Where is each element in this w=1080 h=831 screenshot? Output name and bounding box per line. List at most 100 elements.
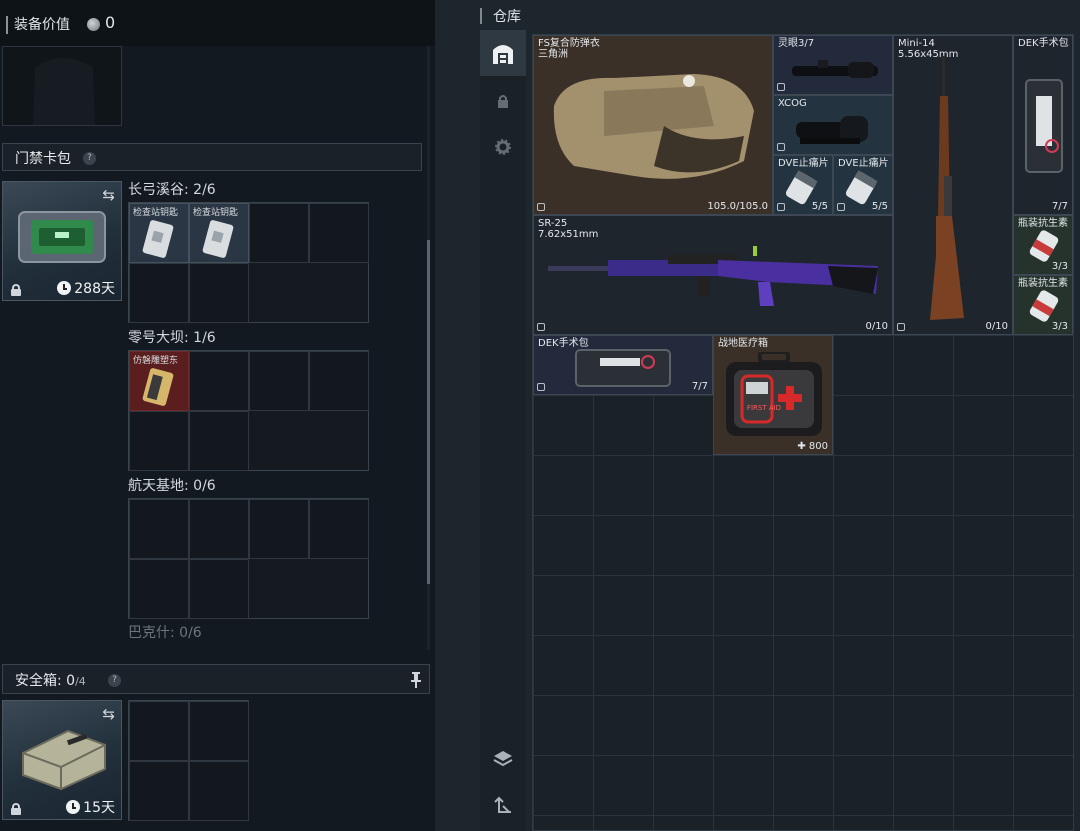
key-card-icon [142, 220, 174, 258]
rifle-icon [930, 56, 964, 320]
empty-slot[interactable] [189, 761, 249, 821]
link-icon [537, 203, 545, 211]
item-antibiotic[interactable]: 瓶装抗生素 3/3 [1013, 215, 1073, 275]
gear-icon [495, 139, 511, 155]
layers-icon [493, 751, 513, 767]
rifle-scope-icon [792, 60, 878, 78]
clock-icon [57, 281, 72, 295]
key-card-slot[interactable]: 仿磐雕塑东 [129, 351, 189, 411]
empty-slot[interactable] [249, 499, 309, 559]
empty-slot[interactable] [309, 351, 369, 411]
link-icon [537, 323, 545, 331]
item-xcog-scope[interactable]: XCOG [773, 95, 893, 155]
item-scope[interactable]: 灵眼3/7 [773, 35, 893, 95]
zone-label-dam: 零号大坝: 1/6 [128, 330, 216, 346]
access-card-header: 门禁卡包 ? [2, 143, 422, 171]
zone-label-changgong: 长弓溪谷: 2/6 [128, 182, 216, 198]
equipment-header: 装备价值 0 [0, 0, 435, 46]
header-accent [480, 8, 482, 24]
lock-icon [11, 284, 21, 296]
equipment-value-label: 装备价值 [14, 17, 70, 33]
lock-icon [11, 803, 21, 815]
access-card-title: 门禁卡包 [15, 151, 71, 167]
safe-box-grid [128, 700, 249, 821]
link-icon [837, 203, 845, 211]
empty-slot[interactable] [309, 499, 369, 559]
lock-icon [498, 95, 508, 108]
empty-slot[interactable] [129, 499, 189, 559]
item-surgery-kit[interactable]: DEK手术包 7/7 [533, 335, 713, 395]
scrollbar-thumb[interactable] [427, 240, 430, 584]
key-card-icon [142, 368, 174, 406]
empty-slot[interactable] [189, 263, 249, 323]
sniper-rifle-icon [548, 246, 878, 306]
zone-label-bakesh: 巴克什: 0/6 [128, 625, 202, 641]
tab-warehouse[interactable] [480, 30, 526, 76]
first-aid-label: FIRST AID [746, 404, 782, 412]
empty-slot[interactable] [129, 761, 189, 821]
tab-sort[interactable] [480, 784, 526, 830]
tab-settings[interactable] [480, 124, 526, 170]
pin-icon[interactable] [411, 672, 421, 688]
empty-slot[interactable] [129, 411, 189, 471]
empty-slot[interactable] [129, 559, 189, 619]
empty-slot[interactable] [129, 263, 189, 323]
safe-box-header: 安全箱: 0/4 ? [2, 664, 430, 694]
zone-label-spacebase: 航天基地: 0/6 [128, 478, 216, 494]
link-icon [777, 83, 785, 91]
safe-box-item[interactable]: ⇆ 15天 [2, 700, 122, 820]
tab-locked[interactable] [480, 78, 526, 124]
card-timer: 288天 [57, 278, 115, 298]
tab-layers[interactable] [480, 736, 526, 782]
empty-slot[interactable] [129, 701, 189, 761]
backpack-slot[interactable] [2, 46, 122, 126]
sort-icon [494, 796, 511, 813]
empty-slot[interactable] [189, 701, 249, 761]
empty-slot[interactable] [309, 203, 369, 263]
empty-slot[interactable] [189, 351, 249, 411]
item-painkiller[interactable]: DVE止痛片 5/5 [833, 155, 893, 215]
item-painkiller[interactable]: DVE止痛片 5/5 [773, 155, 833, 215]
safe-box-title: 安全箱: 0/4 [15, 673, 86, 689]
safe-box-icon [22, 729, 106, 791]
empty-slot[interactable] [249, 351, 309, 411]
swap-icon[interactable]: ⇆ [102, 186, 115, 204]
zone-grid-changgong: 检查站钥匙 检查站钥匙 [128, 202, 369, 323]
link-icon [537, 383, 545, 391]
acog-scope-icon [796, 116, 868, 144]
item-count: ✚ 800 [797, 441, 828, 452]
equipment-value: 0 [105, 13, 116, 32]
key-card-slot[interactable]: 检查站钥匙 [129, 203, 189, 263]
clock-icon [66, 800, 81, 814]
surgery-kit-icon [575, 349, 671, 387]
antibiotic-bottle-icon [1029, 230, 1059, 262]
access-card-item[interactable]: ⇆ 288天 [2, 181, 122, 301]
help-icon[interactable]: ? [83, 152, 96, 165]
item-surgery-kit[interactable]: DEK手术包 7/7 [1013, 35, 1073, 215]
safe-timer: 15天 [66, 797, 115, 817]
backpack-silhouette-icon [33, 58, 95, 125]
first-aid-kit-icon [726, 352, 822, 436]
item-mini14-rifle[interactable]: Mini-14 5.56x45mm 0/10 [893, 35, 1013, 335]
empty-slot[interactable] [189, 499, 249, 559]
key-card-slot[interactable]: 检查站钥匙 [189, 203, 249, 263]
warehouse-title: 仓库 [493, 9, 521, 25]
help-icon[interactable]: ? [108, 674, 121, 687]
item-first-aid-box[interactable]: 战地医疗箱 FIRST AID ✚ 800 [713, 335, 833, 455]
coin-icon [87, 18, 100, 31]
warehouse-side-tabs [480, 30, 526, 831]
item-body-armor[interactable]: FS复合防弹衣 三角洲 105.0/105.0 [533, 35, 773, 215]
empty-slot[interactable] [189, 559, 249, 619]
item-antibiotic[interactable]: 瓶装抗生素 3/3 [1013, 275, 1073, 335]
swap-icon[interactable]: ⇆ [102, 705, 115, 723]
link-icon [777, 203, 785, 211]
surgery-kit-icon [1025, 79, 1063, 173]
warehouse-icon [493, 45, 513, 64]
zone-grid-dam: 仿磐雕塑东 [128, 350, 369, 471]
link-icon [777, 143, 785, 151]
empty-slot[interactable] [189, 411, 249, 471]
empty-slot[interactable] [249, 203, 309, 263]
zone-grid-spacebase [128, 498, 369, 619]
antibiotic-bottle-icon [1029, 290, 1059, 322]
item-sr25-rifle[interactable]: SR-25 7.62x51mm 0/10 [533, 215, 893, 335]
